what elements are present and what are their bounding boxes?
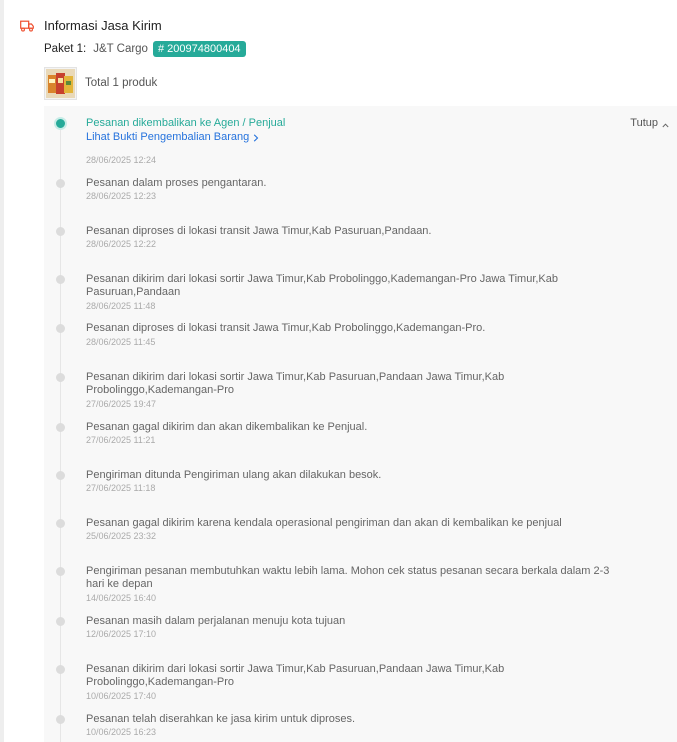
left-edge-divider <box>0 0 4 742</box>
shipping-info-header: Informasi Jasa Kirim <box>20 15 162 35</box>
event-text: Pesanan dikirim dari lokasi sortir Jawa … <box>86 663 505 688</box>
event-time: 28/06/2025 12:24 <box>86 155 157 165</box>
timeline-dot <box>56 179 65 188</box>
courier-name: J&T Cargo <box>93 43 148 55</box>
timeline-dot <box>56 665 65 674</box>
event-time: 28/06/2025 11:45 <box>86 337 156 347</box>
event-time: 27/06/2025 19:47 <box>86 399 157 409</box>
chevron-right-icon <box>253 133 259 142</box>
return-proof-link-label: Lihat Bukti Pengembalian Barang <box>86 131 250 143</box>
event-text: Pesanan dikembalikan ke Agen / Penjual <box>86 117 286 129</box>
timeline-dot <box>56 617 65 626</box>
timeline-dot <box>56 324 65 333</box>
event-time: 27/06/2025 11:21 <box>86 435 156 445</box>
timeline-dot <box>56 471 65 480</box>
event-text: Pesanan dikirim dari lokasi sortir Jawa … <box>86 371 505 396</box>
event-time: 27/06/2025 11:18 <box>86 483 156 493</box>
return-proof-link[interactable]: Lihat Bukti Pengembalian Barang <box>86 131 259 143</box>
event-time: 12/06/2025 17:10 <box>86 629 157 639</box>
package-label: Paket 1: <box>44 43 87 55</box>
event-time: 14/06/2025 16:40 <box>86 593 157 603</box>
timeline-dot <box>56 715 65 724</box>
timeline-dot <box>56 227 65 236</box>
event-time: 28/06/2025 12:22 <box>86 239 157 249</box>
timeline-dot <box>56 373 65 382</box>
product-total-text: Total 1 produk <box>85 77 158 89</box>
section-title: Informasi Jasa Kirim <box>44 17 162 33</box>
timeline-dot-active <box>54 117 67 130</box>
event-text: Pesanan gagal dikirim dan akan dikembali… <box>86 421 368 433</box>
tracking-history-panel: Tutup Pesanan dikembalikan ke Agen / Pen… <box>44 106 677 742</box>
event-text: Pengiriman ditunda Pengiriman ulang akan… <box>86 469 382 481</box>
event-time: 10/06/2025 16:23 <box>86 727 157 737</box>
timeline-dot <box>56 567 65 576</box>
event-time: 25/06/2025 23:32 <box>86 531 157 541</box>
timeline-line <box>60 124 61 742</box>
event-text: Pesanan gagal dikirim karena kendala ope… <box>86 517 562 529</box>
event-text: Pesanan dalam proses pengantaran. <box>86 177 267 189</box>
collapse-label: Tutup <box>630 117 658 129</box>
timeline-dot <box>56 519 65 528</box>
event-text: Pesanan dikirim dari lokasi sortir Jawa … <box>86 273 559 298</box>
event-time: 10/06/2025 17:40 <box>86 691 157 701</box>
tracking-number-badge[interactable]: # 200974800404 <box>152 41 246 57</box>
event-text: Pesanan diproses di lokasi transit Jawa … <box>86 322 486 334</box>
event-time: 28/06/2025 12:23 <box>86 191 157 201</box>
event-text: Pesanan diproses di lokasi transit Jawa … <box>86 225 432 237</box>
collapse-button[interactable]: Tutup <box>630 117 669 129</box>
event-time: 28/06/2025 11:48 <box>86 301 156 311</box>
event-text: Pesanan telah diserahkan ke jasa kirim u… <box>86 713 356 725</box>
chevron-up-icon <box>662 120 669 127</box>
event-text: Pesanan masih dalam perjalanan menuju ko… <box>86 615 346 627</box>
timeline-dot <box>56 423 65 432</box>
product-thumbnail[interactable] <box>44 66 77 100</box>
event-text: Pengiriman pesanan membutuhkan waktu leb… <box>86 565 610 590</box>
package-row: Paket 1: J&T Cargo # 200974800404 <box>44 41 246 57</box>
truck-icon <box>20 19 34 32</box>
timeline-dot <box>56 275 65 284</box>
product-row: Total 1 produk <box>44 66 157 100</box>
